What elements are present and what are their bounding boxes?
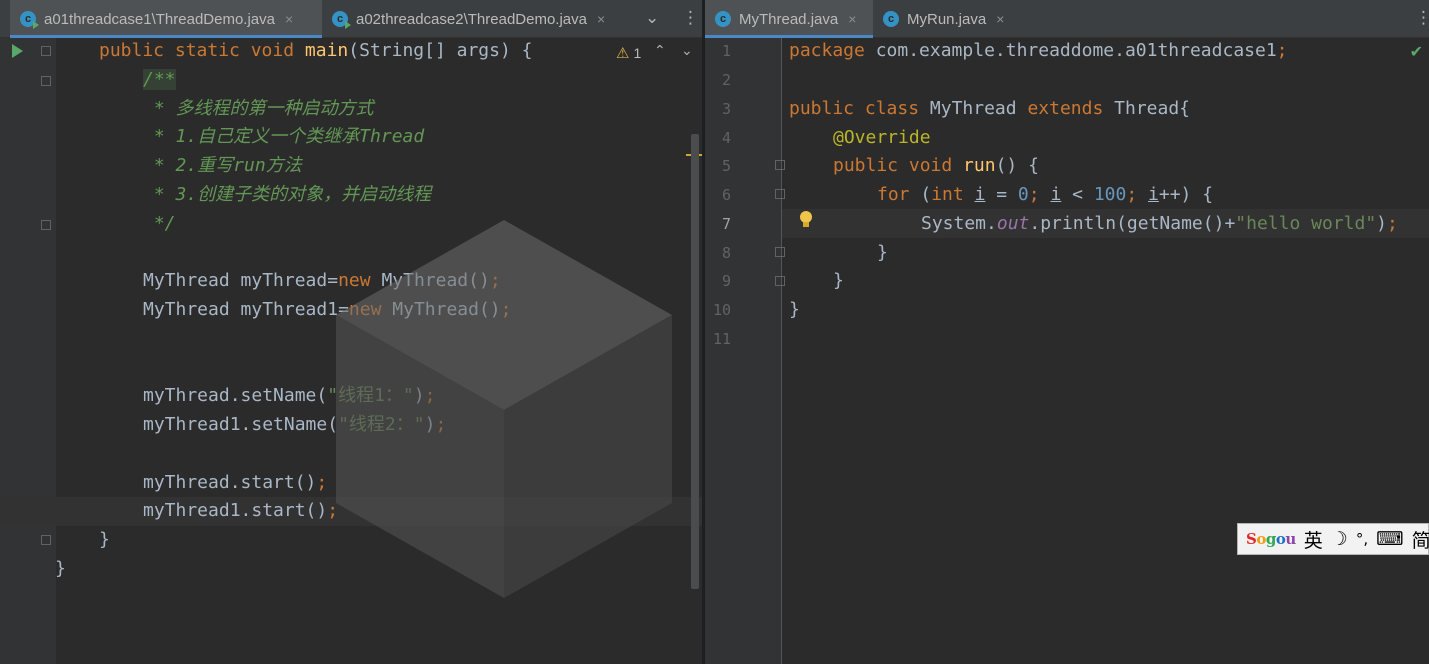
code-line[interactable]: /** (143, 65, 176, 94)
code-line[interactable]: myThread.setName("线程1："); (143, 381, 435, 410)
run-gutter-icon[interactable] (10, 43, 24, 59)
chevron-down-icon[interactable]: ⌄ (645, 8, 659, 28)
tab-label: a01threadcase1\ThreadDemo.java (44, 10, 275, 28)
ime-charset-toggle[interactable]: 简 (1412, 526, 1429, 553)
line-number: 5 (721, 157, 731, 175)
java-class-run-icon: c (332, 11, 351, 29)
ime-punctuation-toggle[interactable]: °, (1356, 530, 1368, 548)
java-class-icon: c (715, 11, 731, 27)
code-line[interactable]: */ (143, 209, 176, 238)
lightbulb-intention-icon[interactable] (799, 211, 813, 229)
fold-marker-icon[interactable] (775, 276, 785, 286)
code-line[interactable]: } (99, 525, 110, 554)
line-number: 11 (712, 330, 731, 348)
tab-label: MyThread.java (739, 10, 839, 28)
code-line[interactable]: } (55, 554, 66, 583)
tab-label: a02threadcase2\ThreadDemo.java (356, 10, 587, 28)
fold-marker-icon[interactable] (775, 160, 785, 170)
line-number: 1 (721, 42, 731, 60)
chevron-down-icon[interactable]: ⌄ (681, 43, 693, 59)
code-line[interactable]: MyThread myThread=new MyThread(); (143, 266, 501, 295)
code-line[interactable]: public static void main(String[] args) { (99, 36, 533, 65)
fold-marker-icon[interactable] (41, 46, 51, 56)
ime-language-toggle[interactable]: 英 (1304, 526, 1323, 553)
java-class-icon: c (883, 11, 899, 27)
fold-marker-icon[interactable] (41, 535, 51, 545)
tab-myrun[interactable]: c MyRun.java × (873, 0, 1023, 38)
code-line[interactable]: * 3.创建子类的对象，并启动线程 (143, 180, 431, 209)
ime-width-toggle[interactable]: ☽ (1331, 528, 1348, 550)
tab-label: MyRun.java (907, 10, 987, 28)
close-icon[interactable]: × (848, 11, 856, 27)
code-line[interactable]: package com.example.threaddome.a01thread… (789, 36, 1288, 65)
code-line[interactable]: myThread.start(); (143, 468, 327, 497)
vertical-scrollbar[interactable] (691, 134, 699, 589)
close-icon[interactable]: × (597, 11, 605, 27)
close-icon[interactable]: × (285, 11, 293, 27)
line-number: 9 (721, 272, 731, 290)
gutter-divider (781, 38, 782, 664)
code-line[interactable]: myThread1.start(); (143, 496, 338, 525)
tab-mythread[interactable]: c MyThread.java × (705, 0, 873, 38)
code-line[interactable]: } (833, 266, 844, 295)
inspection-warning-indicator[interactable]: ⚠ 1 (616, 44, 641, 62)
code-line[interactable]: @Override (833, 123, 931, 152)
keyboard-icon[interactable]: ⌨ (1376, 528, 1403, 550)
vertical-dots-icon[interactable]: ⋮ (682, 8, 699, 28)
line-number: 10 (712, 301, 731, 319)
left-gutter (0, 38, 56, 664)
java-class-run-icon: c (20, 11, 39, 29)
line-number: 4 (721, 129, 731, 147)
code-line[interactable]: public class MyThread extends Thread{ (789, 94, 1190, 123)
fold-marker-icon[interactable] (41, 76, 51, 86)
line-number: 3 (721, 100, 731, 118)
chevron-up-icon[interactable]: ⌃ (654, 43, 666, 59)
sogou-logo[interactable]: Sogou (1246, 530, 1296, 548)
code-line[interactable]: for (int i = 0; i < 100; i++) { (877, 180, 1213, 209)
tab-a01-threaddemo[interactable]: c a01threadcase1\ThreadDemo.java × (10, 0, 322, 38)
right-editor-pane: c MyThread.java × c MyRun.java × ⋮ 1 2 3… (705, 0, 1429, 664)
tab-a02-threaddemo[interactable]: c a02threadcase2\ThreadDemo.java × (322, 0, 634, 38)
warning-icon: ⚠ (616, 45, 630, 62)
code-line[interactable]: System.out.println(getName()+"hello worl… (921, 209, 1398, 238)
code-line[interactable]: * 多线程的第一种启动方式 (143, 94, 374, 123)
code-line[interactable]: * 1.自己定义一个类继承Thread (143, 122, 424, 151)
current-line-highlight (0, 497, 702, 526)
left-tab-bar: c a01threadcase1\ThreadDemo.java × c a02… (0, 0, 702, 38)
line-number: 6 (721, 186, 731, 204)
sogou-ime-toolbar[interactable]: Sogou 英 ☽ °, ⌨ 简 (1237, 523, 1429, 555)
code-line[interactable]: MyThread myThread1=new MyThread(); (143, 295, 511, 324)
line-number: 2 (721, 71, 731, 89)
code-line[interactable]: myThread1.setName("线程2："); (143, 410, 446, 439)
right-tab-bar: c MyThread.java × c MyRun.java × ⋮ (705, 0, 1429, 38)
fold-marker-icon[interactable] (41, 220, 51, 230)
warning-count: 1 (633, 45, 642, 61)
close-icon[interactable]: × (996, 11, 1004, 27)
line-number: 7 (721, 215, 731, 233)
left-editor-pane: c a01threadcase1\ThreadDemo.java × c a02… (0, 0, 702, 664)
code-line[interactable]: public void run() { (833, 151, 1039, 180)
code-line[interactable]: } (877, 238, 888, 267)
fold-marker-icon[interactable] (775, 189, 785, 199)
code-line[interactable]: * 2.重写run方法 (143, 151, 302, 180)
vertical-dots-icon[interactable]: ⋮ (1415, 8, 1429, 28)
no-problems-check-icon[interactable]: ✔ (1410, 42, 1423, 61)
fold-marker-icon[interactable] (775, 247, 785, 257)
line-number: 8 (721, 244, 731, 262)
code-line[interactable]: } (789, 295, 800, 324)
